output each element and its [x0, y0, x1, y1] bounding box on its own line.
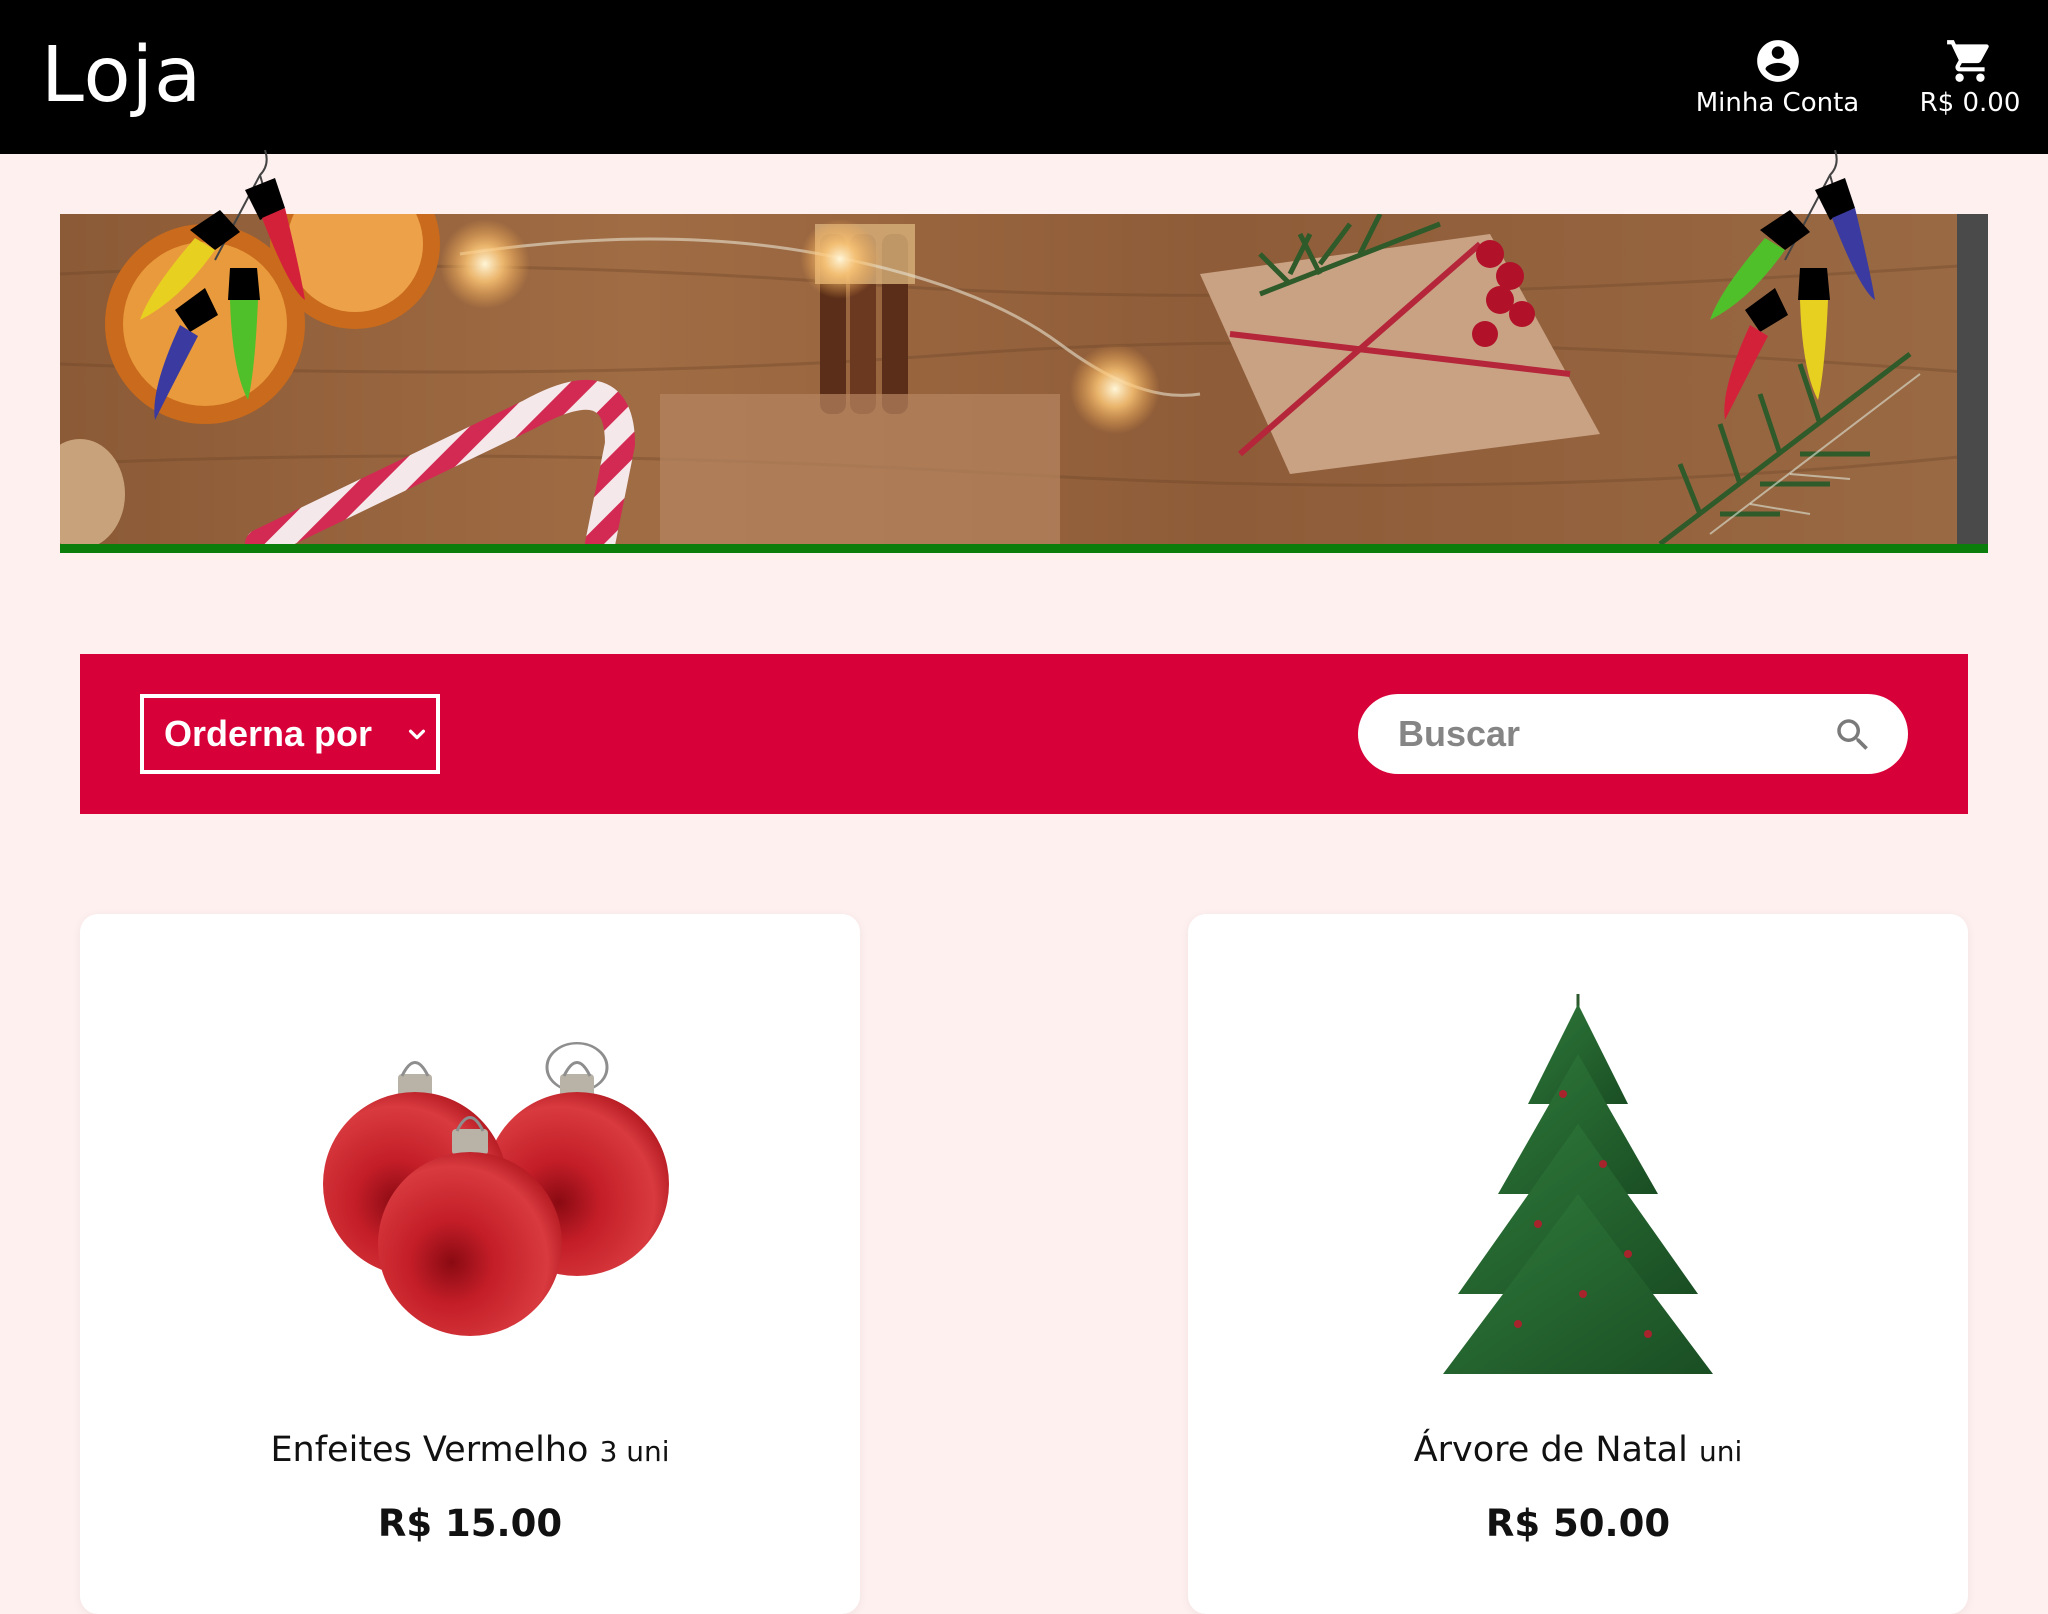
product-unit: uni	[1699, 1435, 1743, 1468]
shopping-cart-icon	[1947, 40, 1989, 82]
christmas-lights-icon	[140, 150, 305, 420]
christmas-lights-icon	[1710, 150, 1875, 420]
product-price: R$ 15.00	[377, 1502, 563, 1545]
christmas-tree-image	[1443, 994, 1713, 1374]
filter-toolbar: Orderna por	[80, 654, 1968, 814]
cart-total: R$ 0.00	[1919, 88, 2021, 118]
top-navbar: Loja Minha Conta R$ 0.00	[0, 0, 2048, 154]
product-card[interactable]: Enfeites Vermelho 3 uni R$ 15.00	[80, 914, 860, 1614]
search-icon[interactable]	[1832, 714, 1874, 756]
product-unit: 3 uni	[599, 1435, 670, 1468]
cart-button[interactable]: R$ 0.00	[1900, 36, 2040, 120]
brand-logo[interactable]: Loja	[41, 28, 202, 124]
account-button[interactable]: Minha Conta	[1690, 36, 1865, 120]
search-input[interactable]	[1398, 694, 1818, 774]
sort-dropdown-label: Orderna por	[164, 713, 373, 754]
product-title: Enfeites Vermelho 3 uni	[80, 1430, 860, 1470]
product-card[interactable]: Árvore de Natal uni R$ 50.00	[1188, 914, 1968, 1614]
account-label: Minha Conta	[1695, 88, 1860, 118]
account-circle-icon	[1756, 40, 1799, 82]
product-name: Árvore de Natal	[1413, 1430, 1688, 1470]
banner-accent-bar	[60, 544, 1988, 553]
product-name: Enfeites Vermelho	[270, 1430, 589, 1470]
product-price: R$ 50.00	[1485, 1502, 1671, 1545]
red-ornaments-image	[323, 1042, 669, 1336]
product-title: Árvore de Natal uni	[1188, 1430, 1968, 1470]
sort-dropdown[interactable]: Orderna por	[140, 694, 440, 774]
chevron-down-icon	[408, 729, 426, 740]
search-box	[1358, 694, 1908, 774]
